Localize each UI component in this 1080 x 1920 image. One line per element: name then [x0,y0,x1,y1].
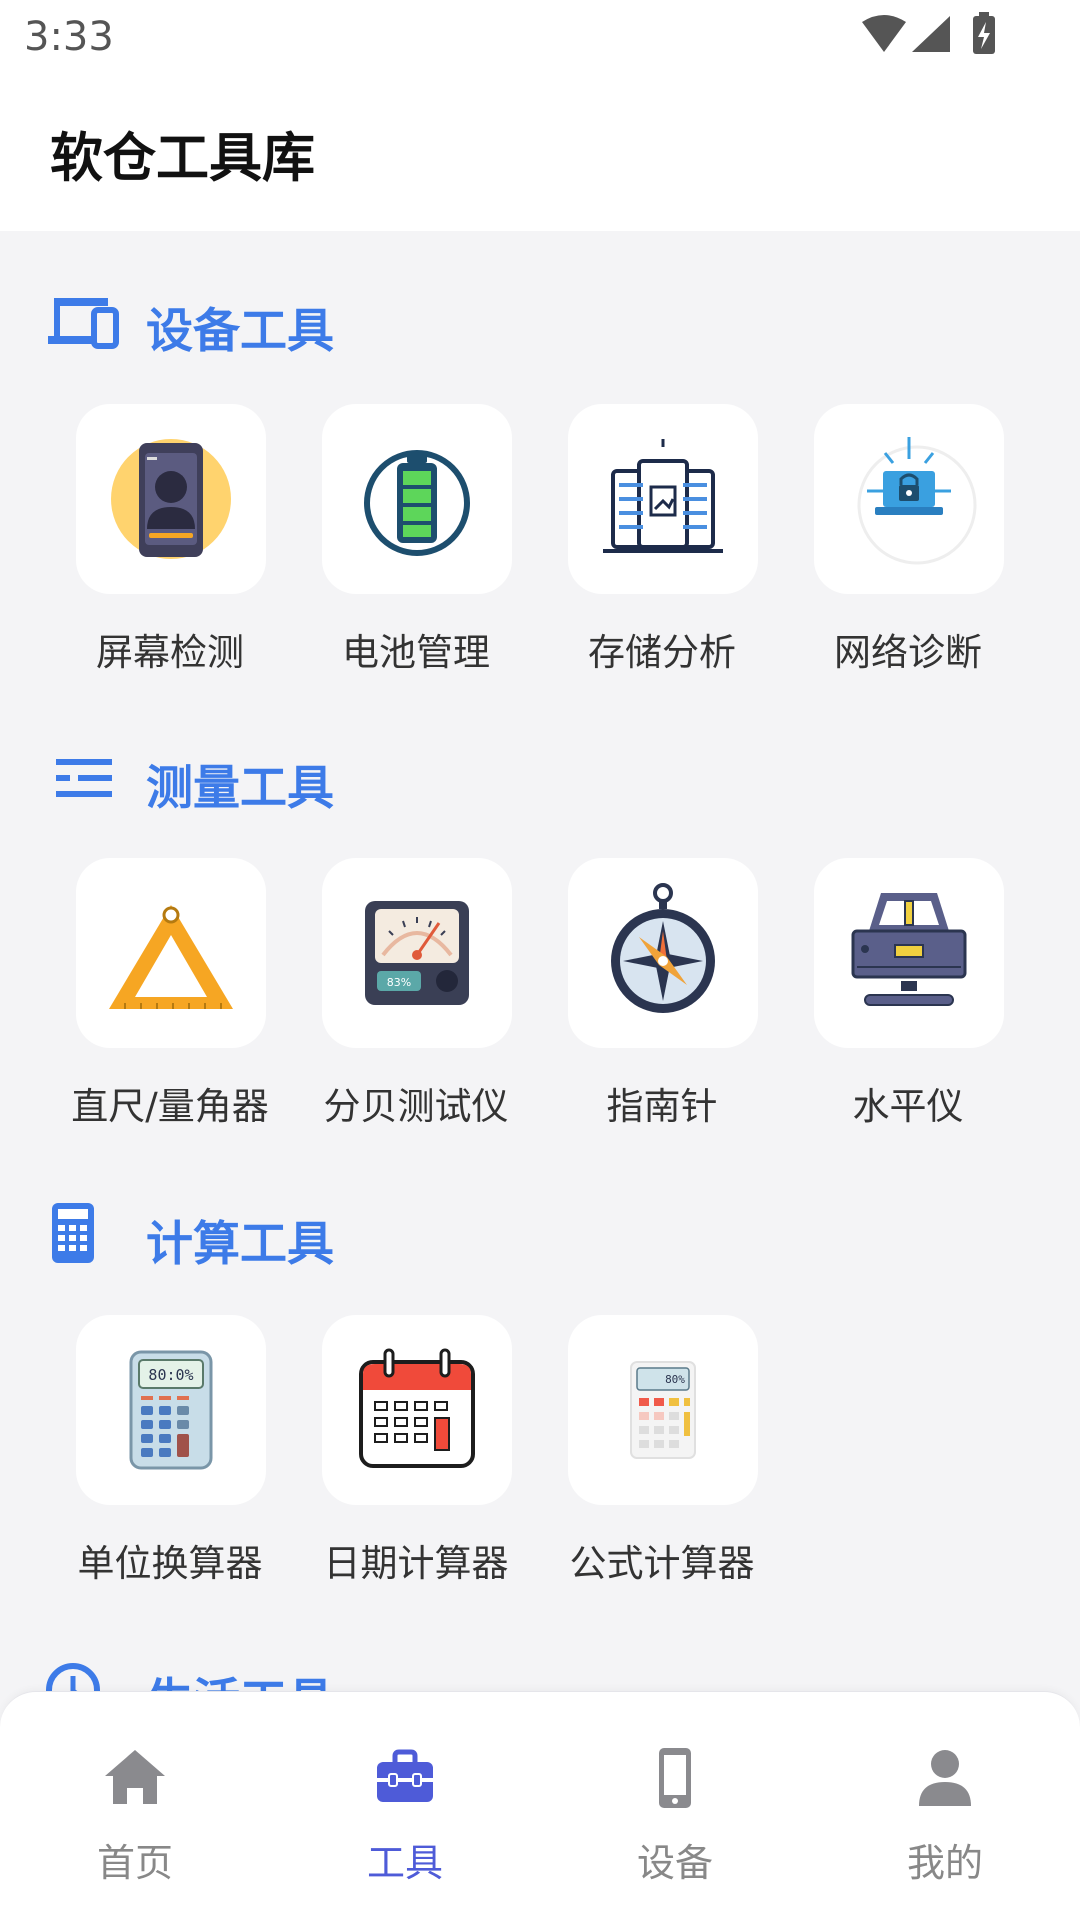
tool-screen-test[interactable]: 屏幕检测 [47,404,293,674]
spirit-level-icon [851,893,967,1006]
ruler-lines-icon [56,759,112,797]
home-icon [105,1750,165,1804]
tool-tile [76,858,266,1048]
calendar-icon [359,1348,475,1468]
battery-icon [364,450,470,556]
tool-label: 单位换算器 [77,1542,263,1585]
section-title: 计算工具 [146,1217,334,1272]
tool-label: 公式计算器 [569,1542,755,1585]
nav-item-device[interactable]: 设备 [540,1692,810,1920]
user-icon [919,1750,971,1806]
compass-icon [611,883,715,1013]
nav-label: 工具 [366,1841,443,1885]
section-header: 设备工具 [46,286,646,359]
cellular-signal-icon [912,16,950,52]
tool-tile: 83% [322,858,512,1048]
tool-compass[interactable]: 指南针 [539,858,785,1128]
tool-tile [568,858,758,1048]
storage-server-icon [603,439,723,553]
tool-tile: 80:0% [76,1315,266,1505]
section-title: 设备工具 [146,304,334,359]
wifi-icon [862,15,906,52]
tool-network[interactable]: 网络诊断 [785,404,1031,674]
section-header: 计算工具 [46,1199,646,1272]
tool-tile [814,404,1004,594]
section-life-tools: 生活工具 [0,1656,1080,1691]
tool-label: 屏幕检测 [96,631,244,674]
calculator-icon [52,1203,94,1263]
app-bar: 软仓工具库 [0,76,1080,231]
nav-item-home[interactable]: 首页 [0,1692,270,1920]
tool-label: 分贝测试仪 [323,1085,509,1128]
decibel-meter-icon: 83% [365,901,469,1005]
nav-label: 设备 [636,1841,713,1885]
tool-tile [568,404,758,594]
tool-tile [76,404,266,594]
status-icons [862,12,995,54]
decibel-readout: 83% [387,976,411,989]
clock-icon [46,1663,100,1691]
tool-label: 日期计算器 [323,1542,509,1585]
section-measure-tools: 测量工具 直尺/量角器 83% 分贝测试仪 指南针 水平仪 [0,743,1080,1128]
tool-label: 电池管理 [342,631,490,674]
section-header: 生活工具 [46,1656,646,1691]
devices-icon [48,298,119,349]
tool-tile [814,858,1004,1048]
section-title: 生活工具 [146,1662,334,1691]
tool-label: 直尺/量角器 [71,1085,269,1128]
tools-content[interactable]: 设备工具 屏幕检测 电池管理 存储分析 网络诊断 测量工具 直尺/量角器 83%… [0,231,1080,1691]
section-title: 测量工具 [146,761,334,816]
section-device-tools: 设备工具 屏幕检测 电池管理 存储分析 网络诊断 [0,286,1080,674]
section-calc-tools: 计算工具 80:0% 单位换算器 日期计算器 80% 公式计算器 [0,1199,1080,1585]
calculator-display: 80% [665,1373,685,1386]
network-laptop-icon [857,437,977,565]
unit-calculator-icon: 80:0% [129,1350,213,1470]
section-header: 测量工具 [46,743,646,816]
battery-charging-icon [973,12,995,54]
tool-label: 存储分析 [588,631,736,674]
page-title: 软仓工具库 [50,128,315,189]
tool-spirit-level[interactable]: 水平仪 [785,858,1031,1128]
device-icon [659,1748,691,1808]
status-time: 3:33 [24,14,114,60]
calculator-display: 80:0% [148,1366,193,1384]
triangle-ruler-icon [109,905,233,1009]
tool-label: 指南针 [606,1085,718,1128]
status-bar: 3:33 [0,0,1080,76]
tool-date-calculator[interactable]: 日期计算器 [293,1315,539,1585]
toolbox-icon [377,1749,433,1802]
tool-storage[interactable]: 存储分析 [539,404,785,674]
nav-label: 首页 [96,1841,173,1885]
tool-battery[interactable]: 电池管理 [293,404,539,674]
tool-label: 水平仪 [852,1085,964,1128]
tool-label: 网络诊断 [834,631,982,674]
tool-decibel-meter[interactable]: 83% 分贝测试仪 [293,858,539,1128]
nav-label: 我的 [906,1841,983,1885]
phone-screen-icon [111,439,231,559]
tool-tile: 80% [568,1315,758,1505]
bottom-nav: 首页 工具 设备 我的 [0,1691,1080,1920]
tool-unit-converter[interactable]: 80:0% 单位换算器 [47,1315,293,1585]
nav-item-profile[interactable]: 我的 [810,1692,1080,1920]
formula-calculator-icon: 80% [630,1361,696,1459]
tool-tile [322,1315,512,1505]
tool-tile [322,404,512,594]
nav-item-tools[interactable]: 工具 [270,1692,540,1920]
tool-formula-calculator[interactable]: 80% 公式计算器 [539,1315,785,1585]
tool-ruler-protractor[interactable]: 直尺/量角器 [47,858,293,1128]
